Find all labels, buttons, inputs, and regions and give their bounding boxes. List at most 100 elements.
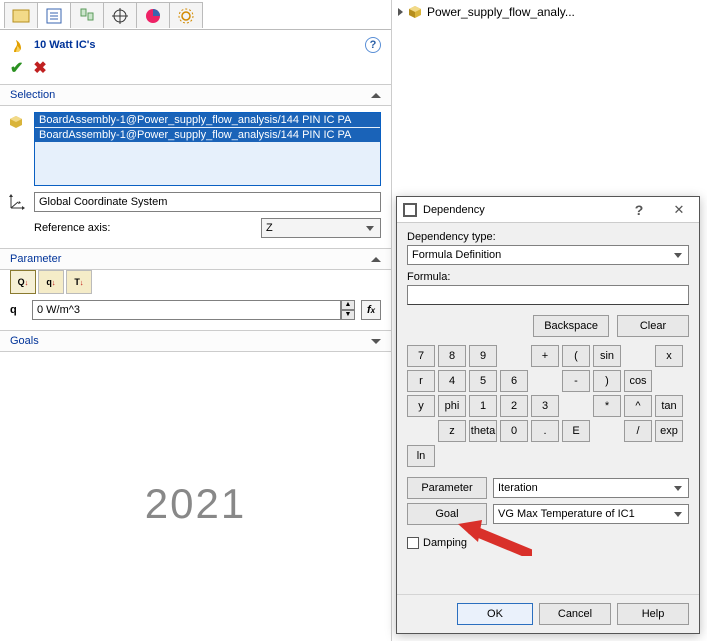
cancel-x-icon[interactable]: ✖ <box>33 58 46 78</box>
feature-header: 10 Watt IC's ? <box>0 30 391 56</box>
dialog-title: Dependency <box>423 204 619 216</box>
key-z[interactable]: z <box>438 420 466 442</box>
tree-root-label: Power_supply_flow_analy... <box>427 5 575 19</box>
key-cos[interactable]: cos <box>624 370 652 392</box>
param-type-temperature[interactable]: T↓ <box>66 270 92 294</box>
tab-display[interactable] <box>136 2 170 28</box>
coord-system-icon <box>8 193 26 211</box>
key-3[interactable]: 3 <box>531 395 559 417</box>
parameter-button[interactable]: Parameter <box>407 477 487 499</box>
section-selection-header[interactable]: Selection <box>0 85 391 106</box>
ref-axis-select[interactable]: Z <box>261 218 381 238</box>
key-9[interactable]: 9 <box>469 345 497 367</box>
key-dot[interactable]: . <box>531 420 559 442</box>
parameter-value: Iteration <box>498 482 538 494</box>
key-e[interactable]: E <box>562 420 590 442</box>
goal-select[interactable]: VG Max Temperature of IC1 <box>493 504 689 524</box>
feature-panel: 10 Watt IC's ? ✔ ✖ Selection BoardAssemb… <box>0 0 392 641</box>
key-6[interactable]: 6 <box>500 370 528 392</box>
ref-axis-label: Reference axis: <box>34 222 261 234</box>
coord-system-input[interactable] <box>34 192 381 212</box>
section-parameter-header[interactable]: Parameter <box>0 248 391 270</box>
goal-value: VG Max Temperature of IC1 <box>498 508 635 520</box>
dialog-icon <box>403 203 417 217</box>
dialog-titlebar[interactable]: Dependency ? ✕ <box>397 197 699 223</box>
selection-icon <box>8 114 26 132</box>
box-icon <box>407 4 423 20</box>
backspace-button[interactable]: Backspace <box>533 315 609 337</box>
section-goals-header[interactable]: Goals <box>0 330 391 352</box>
q-input[interactable] <box>32 300 341 320</box>
fx-dependency-button[interactable]: fx <box>361 300 381 320</box>
tab-feature-tree[interactable] <box>4 2 38 28</box>
param-type-surface[interactable]: q↓ <box>38 270 64 294</box>
key-sin[interactable]: sin <box>593 345 621 367</box>
formula-input[interactable] <box>407 285 689 305</box>
confirm-row: ✔ ✖ <box>0 56 391 85</box>
key-rparen[interactable]: ) <box>593 370 621 392</box>
damping-label: Damping <box>423 537 467 549</box>
expand-icon[interactable] <box>371 339 381 344</box>
tab-flow[interactable] <box>169 2 203 28</box>
cancel-button[interactable]: Cancel <box>539 603 611 625</box>
q-row: q ▲ ▼ fx <box>0 298 391 330</box>
key-pow[interactable]: ^ <box>624 395 652 417</box>
key-tan[interactable]: tan <box>655 395 683 417</box>
dialog-close-icon[interactable]: ✕ <box>659 197 699 222</box>
list-item[interactable]: BoardAssembly-1@Power_supply_flow_analys… <box>35 128 380 142</box>
key-plus[interactable]: + <box>531 345 559 367</box>
feature-title: 10 Watt IC's <box>34 39 365 51</box>
param-type-volumetric[interactable]: Q↓ <box>10 270 36 294</box>
section-selection-body: BoardAssembly-1@Power_supply_flow_analys… <box>0 106 391 248</box>
key-ln[interactable]: ln <box>407 445 435 467</box>
dialog-footer: OK Cancel Help <box>397 594 699 633</box>
key-8[interactable]: 8 <box>438 345 466 367</box>
key-lparen[interactable]: ( <box>562 345 590 367</box>
help-icon[interactable]: ? <box>365 37 381 53</box>
tab-property-manager[interactable] <box>37 2 71 28</box>
key-5[interactable]: 5 <box>469 370 497 392</box>
spin-up[interactable]: ▲ <box>341 300 355 310</box>
key-mul[interactable]: * <box>593 395 621 417</box>
list-item[interactable]: BoardAssembly-1@Power_supply_flow_analys… <box>35 113 380 127</box>
section-selection-label: Selection <box>10 89 371 101</box>
collapse-icon[interactable] <box>371 93 381 98</box>
key-phi[interactable]: phi <box>438 395 466 417</box>
key-1[interactable]: 1 <box>469 395 497 417</box>
key-y[interactable]: y <box>407 395 435 417</box>
clear-button[interactable]: Clear <box>617 315 689 337</box>
help-button[interactable]: Help <box>617 603 689 625</box>
ok-button[interactable]: OK <box>457 603 533 625</box>
q-label: q <box>10 304 26 316</box>
key-0[interactable]: 0 <box>500 420 528 442</box>
q-spinner: ▲ ▼ <box>32 300 355 320</box>
collapse-icon[interactable] <box>371 257 381 262</box>
dep-type-value: Formula Definition <box>412 249 501 261</box>
key-div[interactable]: / <box>624 420 652 442</box>
parameter-select[interactable]: Iteration <box>493 478 689 498</box>
goal-button[interactable]: Goal <box>407 503 487 525</box>
key-theta[interactable]: theta <box>469 420 497 442</box>
tree-expand-icon[interactable] <box>398 8 403 16</box>
spin-down[interactable]: ▼ <box>341 310 355 320</box>
parameter-type-buttons: Q↓ q↓ T↓ <box>0 270 391 298</box>
dependency-dialog: Dependency ? ✕ Dependency type: Formula … <box>396 196 700 634</box>
key-exp[interactable]: exp <box>655 420 683 442</box>
damping-checkbox[interactable] <box>407 537 419 549</box>
keypad: 7 8 9 + ( sin x r 4 5 6 - ) cos y phi 1 … <box>407 345 689 467</box>
dep-type-select[interactable]: Formula Definition <box>407 245 689 265</box>
key-minus[interactable]: - <box>562 370 590 392</box>
project-tree-row[interactable]: Power_supply_flow_analy... <box>398 4 575 20</box>
section-goals-label: Goals <box>10 335 371 347</box>
ref-axis-value: Z <box>266 222 273 234</box>
tab-configuration[interactable] <box>70 2 104 28</box>
key-r[interactable]: r <box>407 370 435 392</box>
key-x[interactable]: x <box>655 345 683 367</box>
ok-check-icon[interactable]: ✔ <box>10 58 23 78</box>
key-4[interactable]: 4 <box>438 370 466 392</box>
key-7[interactable]: 7 <box>407 345 435 367</box>
selection-list[interactable]: BoardAssembly-1@Power_supply_flow_analys… <box>34 112 381 186</box>
key-2[interactable]: 2 <box>500 395 528 417</box>
dialog-help-icon[interactable]: ? <box>619 197 659 222</box>
tab-dimxpert[interactable] <box>103 2 137 28</box>
